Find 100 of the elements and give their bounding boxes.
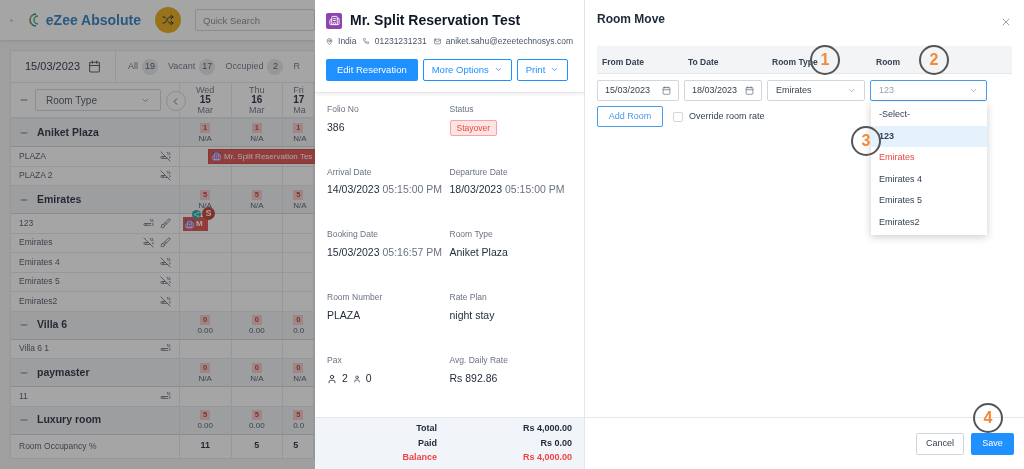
room-type-name: Aniket Plaza: [37, 124, 99, 140]
day-text: 15: [199, 95, 211, 105]
rate-text: 0.00: [197, 326, 213, 335]
detail-value: 386: [327, 119, 346, 135]
total-amount: Rs 0.00: [539, 436, 572, 450]
detail-label: Pax: [327, 354, 343, 367]
filter-tab[interactable]: R: [293, 59, 300, 74]
room-name: Emirates: [19, 236, 53, 250]
column-header: To Date: [688, 56, 719, 67]
dropdown-button[interactable]: Print: [516, 58, 569, 81]
dropdown-option[interactable]: 123: [871, 125, 987, 147]
total-amount: Rs 4,000.00: [521, 422, 572, 436]
share-icon: [192, 210, 201, 219]
child-icon: [352, 374, 361, 383]
detail-value: 15/03/2023 05:16:57 PM: [327, 245, 444, 261]
add-room-button[interactable]: Add Room: [597, 106, 663, 127]
dropdown-option[interactable]: Emirates 4: [871, 168, 987, 190]
mail-icon: [433, 36, 441, 46]
filter-tab[interactable]: Vacant 17: [168, 58, 216, 75]
day-text: 16: [251, 95, 263, 105]
building-icon: [326, 12, 342, 29]
dropdown-button[interactable]: More Options: [422, 58, 512, 81]
logo-text: eZee Absolute: [45, 10, 141, 30]
room-type-select[interactable]: Emirates: [767, 80, 865, 101]
filter-tab[interactable]: Occupied 2: [225, 58, 284, 75]
room-type-select[interactable]: Room Type: [35, 89, 161, 111]
calendar-icon[interactable]: [88, 60, 101, 73]
shuffle-icon: [162, 14, 174, 26]
rate-text: N/A: [198, 373, 212, 383]
detail-value: 14/03/2023 05:15:00 PM: [327, 182, 444, 198]
detail-label: Folio No: [327, 102, 360, 116]
cancel-button[interactable]: Cancel: [916, 432, 964, 455]
shuffle-button[interactable]: [155, 7, 181, 33]
guest-name: Mr. Split Reservation Test: [350, 11, 521, 30]
occupancy-value: 5: [254, 439, 260, 453]
rate-text: N/A: [293, 133, 307, 143]
reservation-bar[interactable]: M: [183, 217, 208, 231]
total-label: Total: [416, 422, 437, 436]
room-type-name: Villa 6: [37, 317, 68, 333]
status-badge: Stayover: [449, 119, 498, 137]
occupancy-value: 5: [293, 439, 299, 453]
no-smoking-icon: [159, 276, 171, 288]
previous-button[interactable]: [165, 91, 186, 111]
dropdown-option[interactable]: Emirates 5: [871, 190, 987, 212]
room-select[interactable]: 123: [870, 80, 987, 101]
detail-label: Room Number: [327, 291, 384, 305]
rate-text: N/A: [250, 373, 264, 383]
dialog-title: Room Move: [597, 11, 665, 28]
from-date-field[interactable]: 15/03/2023: [597, 80, 679, 101]
month-text: Ma: [293, 105, 306, 115]
column-header: Room: [876, 56, 901, 67]
reservation-bar[interactable]: Mr. Split Reservation Tes: [208, 149, 315, 164]
room-name: Emirates 4: [19, 255, 60, 269]
room-name: 123: [19, 216, 34, 230]
no-smoking-icon: [159, 150, 171, 162]
phone-icon: [363, 37, 370, 46]
search-field[interactable]: Quick Search: [195, 9, 315, 31]
detail-label: Booking Date: [327, 228, 380, 242]
step-marker: 2: [919, 45, 949, 75]
rate-text: N/A: [293, 200, 307, 210]
detail-label: Arrival Date: [327, 165, 373, 179]
edit-reservation-button[interactable]: Edit Reservation: [326, 58, 418, 81]
detail-value: Aniket Plaza: [449, 245, 509, 261]
room-name: Emirates 5: [19, 275, 60, 289]
override-checkbox[interactable]: [673, 111, 683, 122]
dropdown-option[interactable]: Emirates2: [871, 211, 987, 233]
no-smoking-icon: [159, 170, 171, 182]
no-smoking-icon: [142, 237, 154, 249]
to-date-field[interactable]: 18/03/2023: [684, 80, 762, 101]
detail-label: Status: [449, 102, 475, 116]
step-marker: 4: [973, 403, 1003, 433]
rate-text: 0.00: [197, 421, 213, 430]
close-icon[interactable]: [1000, 16, 1012, 28]
checkbox-label: Override room rate: [689, 109, 765, 123]
occupancy-value: 11: [200, 439, 210, 453]
save-button[interactable]: Save: [971, 432, 1014, 455]
rate-text: N/A: [293, 373, 307, 383]
detail-label: Room Type: [449, 228, 494, 242]
no-smoking-icon: [159, 295, 171, 307]
adult-count: 2: [342, 370, 348, 386]
weekday-text: Wed: [196, 85, 215, 95]
column-header: From Date: [602, 56, 645, 67]
chevron-down-icon: [847, 86, 856, 95]
dropdown-option[interactable]: -Select-: [871, 104, 987, 126]
detail-label: Rate Plan: [449, 291, 488, 305]
total-amount: Rs 4,000.00: [521, 451, 572, 465]
detail-label: Avg. Daily Rate: [449, 354, 509, 367]
total-label: Balance: [402, 451, 437, 465]
rate-text: 0.00: [249, 421, 265, 430]
location-icon: [326, 36, 334, 46]
rate-text: 0.0: [293, 326, 305, 335]
detail-label: Departure Date: [449, 165, 509, 179]
brush-icon: [159, 237, 171, 249]
room-type-name: Emirates: [37, 191, 82, 207]
detail-value: night stay: [449, 308, 496, 324]
adult-icon: [327, 373, 337, 384]
weekday-text: Thu: [249, 85, 265, 95]
calendar-icon: [745, 86, 754, 95]
month-text: Mar: [249, 105, 265, 115]
cigarette-icon: [159, 390, 171, 402]
